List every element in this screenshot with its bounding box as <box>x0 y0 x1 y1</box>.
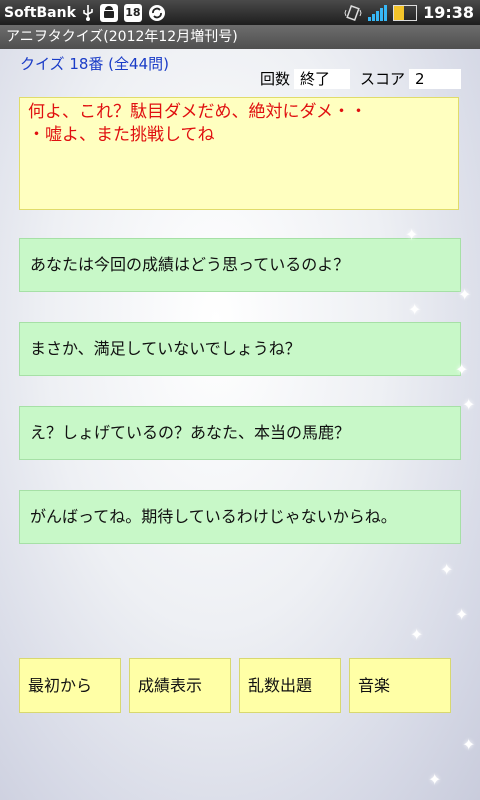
sparkle-icon: ✦ <box>405 225 419 244</box>
sparkle-icon: ✦ <box>462 395 476 414</box>
show-results-button[interactable]: 成績表示 <box>129 658 231 713</box>
question-line: ・嘘よ、また挑戦してね <box>28 125 215 145</box>
music-button[interactable]: 音楽 <box>349 658 451 713</box>
signal-icon <box>368 4 388 21</box>
app-title-bar: アニヲタクイズ(2012年12月増刊号) <box>0 25 480 49</box>
sparkle-icon: ✦ <box>462 735 476 754</box>
round-value: 終了 <box>294 68 351 89</box>
sparkle-icon: ✦ <box>455 605 469 624</box>
vibrate-icon <box>344 4 362 22</box>
question-box: 何よ、これ？駄目ダメだめ、絶対にダメ・・ ・嘘よ、また挑戦してね <box>19 97 459 210</box>
score-label: スコア <box>360 70 406 88</box>
answer-option-3[interactable]: え？しょげているの？あなた、本当の馬鹿？ <box>19 406 461 460</box>
round-label: 回数 <box>260 70 291 88</box>
usb-icon <box>82 4 94 22</box>
stats-bar: 回数 終了 スコア 2 <box>260 68 462 89</box>
random-question-button[interactable]: 乱数出題 <box>239 658 341 713</box>
sync-icon <box>148 4 166 22</box>
sparkle-icon: ✦ <box>428 770 442 789</box>
answer-option-1[interactable]: あなたは今回の成績はどう思っているのよ？ <box>19 238 461 292</box>
sparkle-icon: ✦ <box>440 560 454 579</box>
answer-option-2[interactable]: まさか、満足していないでしょうね？ <box>19 322 461 376</box>
sparkle-icon: ✦ <box>455 360 469 379</box>
carrier-label: SoftBank <box>4 4 76 21</box>
score-value: 2 <box>409 68 462 89</box>
app-title: アニヲタクイズ(2012年12月増刊号) <box>6 29 238 45</box>
android-icon <box>99 3 118 22</box>
battery-icon <box>393 4 418 21</box>
answer-option-4[interactable]: がんばってね。期待しているわけじゃないからね。 <box>19 490 461 544</box>
sparkle-icon: ✦ <box>410 625 424 644</box>
notification-18-icon: 18 <box>123 3 142 22</box>
sparkle-icon: ✦ <box>408 300 422 319</box>
sparkle-icon: ✦ <box>458 285 472 304</box>
question-line: 何よ、これ？駄目ダメだめ、絶対にダメ・・ <box>28 102 367 122</box>
restart-button[interactable]: 最初から <box>19 658 121 713</box>
status-bar: SoftBank 18 19:38 <box>0 0 480 25</box>
quiz-number-label: クイズ 18番 (全44問) <box>20 55 169 73</box>
clock: 19:38 <box>423 3 474 22</box>
